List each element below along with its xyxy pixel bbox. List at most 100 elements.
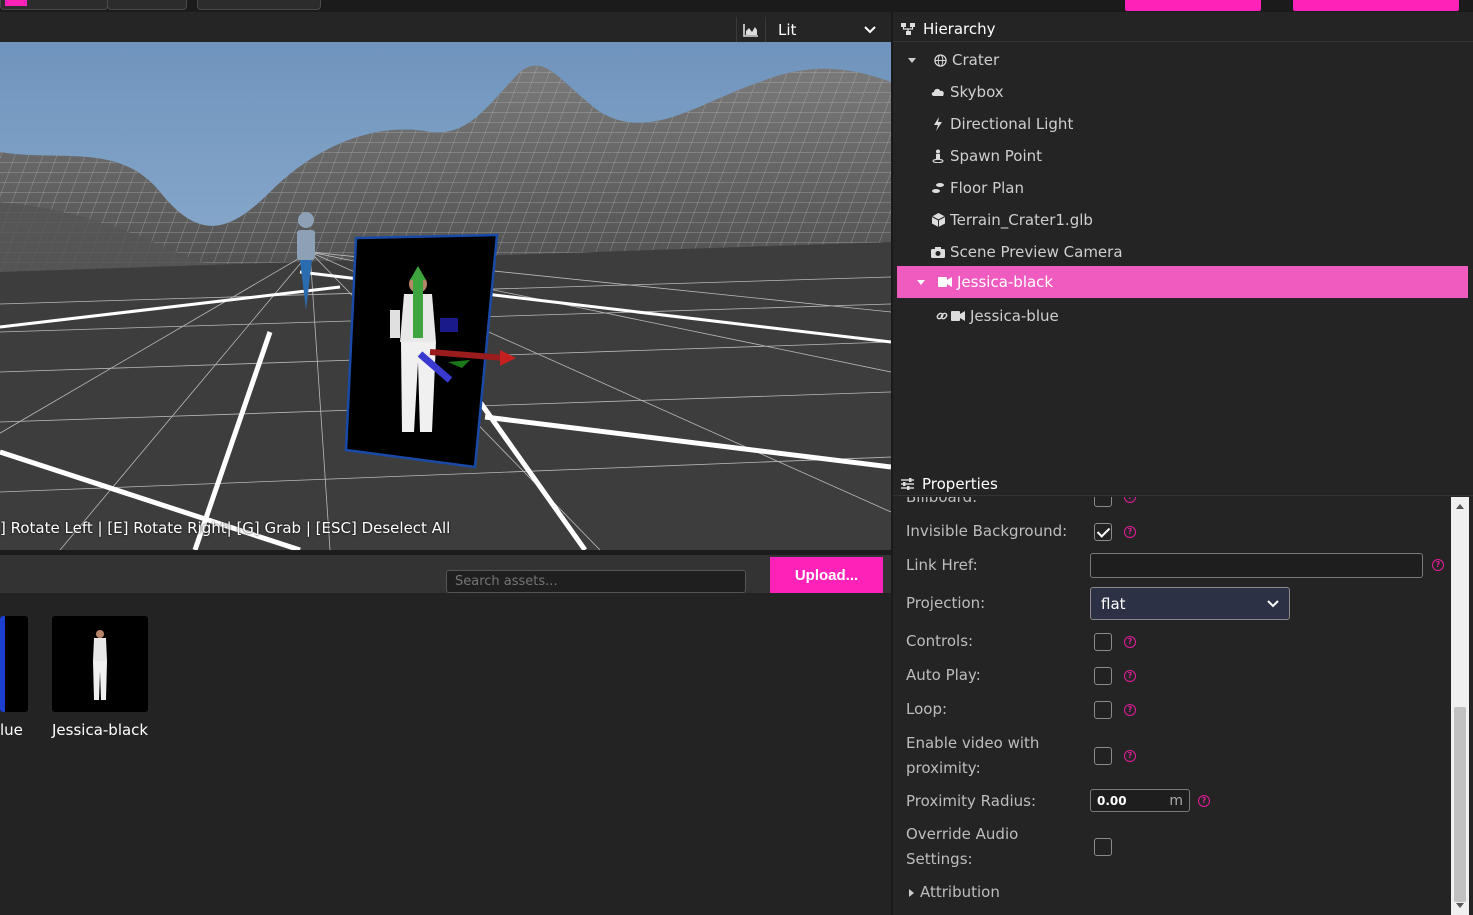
scroll-up-icon[interactable] — [1456, 504, 1464, 509]
sitemap-icon — [901, 23, 915, 35]
tree-item-label: Skybox — [950, 83, 1004, 101]
camera-icon — [930, 244, 946, 260]
tree-item-label: Crater — [952, 51, 1000, 69]
properties-scrollbar[interactable] — [1451, 497, 1469, 915]
controls-help-icon[interactable]: ? — [1124, 636, 1136, 648]
projection-label: Projection: — [906, 594, 986, 612]
expand-caret[interactable] — [908, 57, 916, 63]
video-icon — [950, 308, 966, 324]
shoe-prints-icon — [930, 180, 946, 196]
tree-item-label: Floor Plan — [950, 179, 1024, 197]
tree-item-crater[interactable]: Crater — [908, 44, 999, 76]
hierarchy-title: Hierarchy — [923, 20, 996, 38]
invisible-background-checkbox[interactable] — [1094, 523, 1112, 541]
toolbar-segment[interactable] — [197, 0, 321, 10]
projection-value: flat — [1101, 594, 1126, 613]
scene-render — [0, 42, 891, 550]
sliders-icon — [901, 477, 914, 490]
chevron-down-icon — [1267, 599, 1279, 607]
tree-item-label: Terrain_Crater1.glb — [950, 211, 1093, 229]
toolbar-active-indicator — [5, 0, 27, 6]
hierarchy-header: Hierarchy — [893, 17, 1473, 42]
render-mode-value: Lit — [778, 21, 797, 39]
billboard-help-icon[interactable]: ? — [1124, 497, 1136, 503]
asset-label: lue — [0, 721, 23, 739]
toolbar-account-button[interactable] — [1293, 0, 1459, 11]
attribution-label: Attribution — [920, 883, 1000, 901]
top-toolbar — [0, 0, 1473, 12]
tree-item-label: Jessica-black — [957, 273, 1054, 291]
override-audio-label: Override Audio — [906, 825, 1019, 843]
upload-button[interactable]: Upload... — [770, 557, 883, 593]
video-icon — [937, 274, 953, 290]
tree-item-jessica-blue[interactable]: Jessica-blue — [934, 300, 1059, 332]
chevron-down-icon — [864, 26, 876, 34]
controls-checkbox[interactable] — [1094, 633, 1112, 651]
tree-item-scene-preview-camera[interactable]: Scene Preview Camera — [930, 236, 1123, 268]
caret-right-icon — [909, 888, 914, 897]
scrollbar-thumb[interactable] — [1454, 707, 1466, 902]
chart-area-icon — [743, 24, 758, 37]
assets-grid: lue Jessica-black — [0, 593, 891, 915]
tree-item-terrain[interactable]: Terrain_Crater1.glb — [930, 204, 1093, 236]
asset-thumbnail[interactable] — [0, 616, 28, 712]
billboard-checkbox[interactable] — [1094, 497, 1112, 507]
enable-video-proximity-label: Enable video with — [906, 734, 1040, 752]
link-href-help-icon[interactable]: ? — [1432, 559, 1444, 571]
proximity-radius-value: 0.00 — [1097, 793, 1127, 808]
invisible-background-label: Invisible Background: — [906, 522, 1068, 540]
loop-checkbox[interactable] — [1094, 701, 1112, 719]
attribution-section[interactable]: Attribution — [909, 880, 1000, 905]
tree-item-spawn-point[interactable]: Spawn Point — [930, 140, 1042, 172]
toolbar-segment[interactable] — [107, 0, 187, 10]
controls-label: Controls: — [906, 632, 974, 650]
tree-item-jessica-black[interactable]: Jessica-black — [897, 266, 1468, 298]
video-preview — [0, 616, 5, 712]
proximity-radius-label: Proximity Radius: — [906, 792, 1037, 810]
proximity-radius-help-icon[interactable]: ? — [1198, 795, 1210, 807]
tree-item-label: Scene Preview Camera — [950, 243, 1123, 261]
video-preview — [93, 630, 107, 700]
projection-select[interactable]: flat — [1090, 587, 1290, 620]
enable-video-proximity-label-cont: proximity: — [906, 759, 981, 777]
link-href-label: Link Href: — [906, 556, 978, 574]
loop-label: Loop: — [906, 700, 948, 718]
override-audio-label-cont: Settings: — [906, 850, 973, 868]
loop-help-icon[interactable]: ? — [1124, 704, 1136, 716]
invisible-background-help-icon[interactable]: ? — [1124, 526, 1136, 538]
scroll-down-icon[interactable] — [1456, 903, 1464, 908]
tree-item-label: Jessica-blue — [970, 307, 1059, 325]
link-icon — [934, 308, 950, 324]
tree-item-directional-light[interactable]: Directional Light — [930, 108, 1073, 140]
link-href-input[interactable] — [1090, 553, 1423, 578]
autoplay-label: Auto Play: — [906, 666, 981, 684]
expand-caret[interactable] — [917, 279, 925, 285]
render-mode-select[interactable]: Lit — [768, 17, 886, 43]
override-audio-checkbox[interactable] — [1094, 838, 1112, 856]
properties-header: Properties — [893, 472, 1473, 496]
cloud-icon — [930, 84, 946, 100]
stats-button[interactable] — [736, 17, 766, 43]
autoplay-checkbox[interactable] — [1094, 667, 1112, 685]
enable-video-proximity-help-icon[interactable]: ? — [1124, 750, 1136, 762]
search-assets-input[interactable] — [446, 570, 746, 593]
properties-form: Billboard: ? Invisible Background: ? Lin… — [893, 497, 1451, 915]
globe-icon — [932, 52, 948, 68]
proximity-radius-input[interactable]: 0.00 m — [1090, 789, 1190, 812]
scene-viewport[interactable] — [0, 42, 891, 550]
asset-thumbnail[interactable] — [52, 616, 148, 712]
toolbar-publish-button[interactable] — [1125, 0, 1261, 11]
bolt-icon — [930, 116, 946, 132]
tree-item-skybox[interactable]: Skybox — [930, 76, 1004, 108]
hierarchy-tree: Crater Skybox Directional Light Spawn Po… — [893, 42, 1473, 472]
proximity-radius-unit: m — [1169, 792, 1183, 809]
tree-item-floor-plan[interactable]: Floor Plan — [930, 172, 1024, 204]
street-view-icon — [930, 148, 946, 164]
tree-item-label: Spawn Point — [950, 147, 1043, 165]
asset-label: Jessica-black — [52, 721, 149, 739]
autoplay-help-icon[interactable]: ? — [1124, 670, 1136, 682]
properties-title: Properties — [922, 474, 998, 493]
billboard-label: Billboard: — [906, 497, 978, 506]
enable-video-proximity-checkbox[interactable] — [1094, 747, 1112, 765]
cube-icon — [930, 212, 946, 228]
